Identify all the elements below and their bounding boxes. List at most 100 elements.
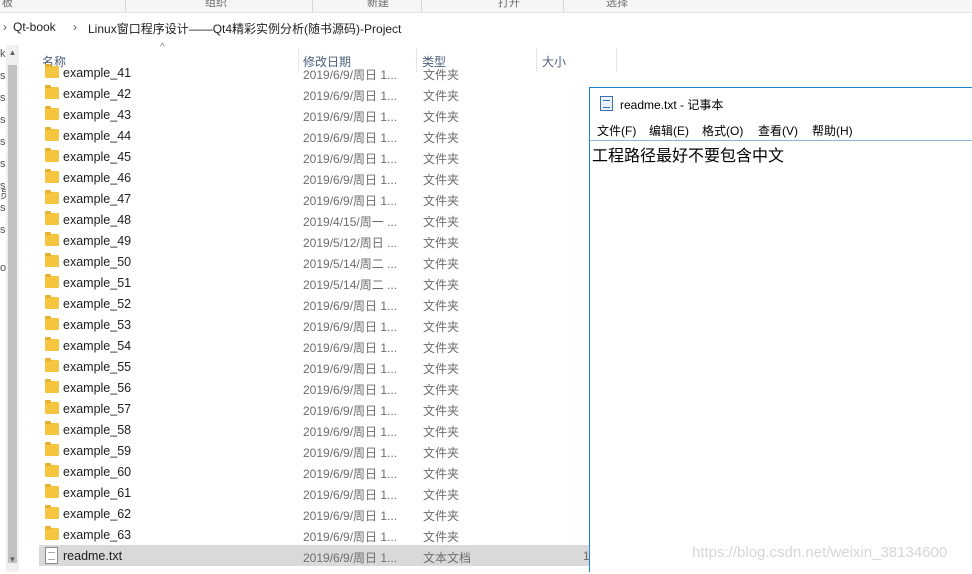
folder-row[interactable]: example_51 2019/5/14/周二 ... 文件夹 bbox=[39, 272, 599, 293]
chevron-right-icon[interactable]: › bbox=[73, 20, 77, 34]
modified-date: 2019/6/9/周日 1... bbox=[303, 425, 398, 439]
menu-format[interactable]: 格式(O) bbox=[702, 122, 743, 139]
folder-row[interactable]: example_52 2019/6/9/周日 1... 文件夹 bbox=[39, 293, 599, 314]
folder-icon bbox=[45, 106, 59, 120]
nav-item-fragment[interactable]: s bbox=[0, 224, 6, 236]
file-type: 文件夹 bbox=[423, 341, 460, 355]
folder-icon bbox=[45, 232, 59, 246]
breadcrumb-project[interactable]: Linux窗口程序设计——Qt4精彩实例分析(随书源码)-Project bbox=[88, 20, 401, 37]
folder-row[interactable]: example_55 2019/6/9/周日 1... 文件夹 bbox=[39, 356, 599, 377]
file-name: example_48 bbox=[63, 213, 132, 227]
folder-row[interactable]: example_48 2019/4/15/周一 ... 文件夹 bbox=[39, 209, 599, 230]
chevron-right-icon[interactable]: › bbox=[3, 20, 7, 34]
scroll-up-arrow-icon[interactable]: ▲ bbox=[7, 47, 18, 59]
file-name: example_41 bbox=[63, 66, 132, 80]
notepad-titlebar[interactable]: readme.txt - 记事本 bbox=[590, 88, 972, 118]
folder-row[interactable]: example_53 2019/6/9/周日 1... 文件夹 bbox=[39, 314, 599, 335]
nav-item-fragment[interactable]: s bbox=[0, 202, 6, 214]
nav-item-fragment[interactable]: k bbox=[0, 48, 6, 60]
folder-icon bbox=[45, 316, 59, 330]
file-type: 文件夹 bbox=[423, 215, 460, 229]
file-type: 文件夹 bbox=[423, 383, 460, 397]
file-name: example_42 bbox=[63, 87, 132, 101]
folder-icon bbox=[45, 274, 59, 288]
file-name: example_45 bbox=[63, 150, 132, 164]
menu-view[interactable]: 查看(V) bbox=[758, 122, 798, 139]
ribbon-separator bbox=[125, 0, 126, 12]
notepad-text-area[interactable]: 工程路径最好不要包含中文 bbox=[590, 140, 972, 574]
nav-item-fragment[interactable]: s bbox=[0, 136, 6, 148]
file-type: 文件夹 bbox=[423, 152, 460, 166]
modified-date: 2019/6/9/周日 1... bbox=[303, 551, 398, 565]
menu-help[interactable]: 帮助(H) bbox=[812, 122, 853, 139]
folder-row[interactable]: example_59 2019/6/9/周日 1... 文件夹 bbox=[39, 440, 599, 461]
menu-edit[interactable]: 编辑(E) bbox=[649, 122, 689, 139]
folder-row[interactable]: example_43 2019/6/9/周日 1... 文件夹 bbox=[39, 104, 599, 125]
file-name: example_44 bbox=[63, 129, 132, 143]
file-type: 文件夹 bbox=[423, 467, 460, 481]
folder-row[interactable]: example_46 2019/6/9/周日 1... 文件夹 bbox=[39, 167, 599, 188]
ribbon-group-label: 新建 bbox=[367, 0, 389, 9]
file-list-scrollbar[interactable]: ▲ ▼ bbox=[6, 45, 19, 572]
folder-icon bbox=[45, 421, 59, 435]
folder-row[interactable]: example_42 2019/6/9/周日 1... 文件夹 bbox=[39, 83, 599, 104]
folder-row[interactable]: example_58 2019/6/9/周日 1... 文件夹 bbox=[39, 419, 599, 440]
folder-row[interactable]: example_50 2019/5/14/周二 ... 文件夹 bbox=[39, 251, 599, 272]
folder-row[interactable]: example_57 2019/6/9/周日 1... 文件夹 bbox=[39, 398, 599, 419]
modified-date: 2019/5/14/周二 ... bbox=[303, 257, 398, 271]
file-name: example_63 bbox=[63, 528, 132, 542]
modified-date: 2019/6/9/周日 1... bbox=[303, 68, 398, 82]
file-name: example_57 bbox=[63, 402, 132, 416]
scroll-down-arrow-icon[interactable]: ▼ bbox=[7, 554, 18, 566]
folder-icon bbox=[45, 127, 59, 141]
file-type: 文件夹 bbox=[423, 173, 460, 187]
folder-row[interactable]: example_61 2019/6/9/周日 1... 文件夹 bbox=[39, 482, 599, 503]
ribbon-separator bbox=[563, 0, 564, 12]
file-name: example_46 bbox=[63, 171, 132, 185]
folder-row[interactable]: example_47 2019/6/9/周日 1... 文件夹 bbox=[39, 188, 599, 209]
folder-row[interactable]: example_62 2019/6/9/周日 1... 文件夹 bbox=[39, 503, 599, 524]
folder-row[interactable]: example_41 2019/6/9/周日 1... 文件夹 bbox=[39, 64, 599, 83]
folder-icon bbox=[45, 211, 59, 225]
address-bar[interactable]: › Qt-book › Linux窗口程序设计——Qt4精彩实例分析(随书源码)… bbox=[0, 16, 972, 40]
scrollbar-thumb[interactable] bbox=[8, 65, 17, 563]
folder-icon bbox=[45, 337, 59, 351]
ribbon-separator bbox=[312, 0, 313, 12]
breadcrumb-qt-book[interactable]: Qt-book bbox=[13, 20, 56, 34]
modified-date: 2019/6/9/周日 1... bbox=[303, 89, 398, 103]
modified-date: 2019/6/9/周日 1... bbox=[303, 530, 398, 544]
file-row[interactable]: readme.txt 2019/6/9/周日 1... 文本文档 1 bbox=[39, 545, 599, 566]
notepad-app-icon[interactable] bbox=[600, 96, 613, 111]
folder-icon bbox=[45, 442, 59, 456]
notepad-content[interactable]: 工程路径最好不要包含中文 bbox=[592, 142, 784, 166]
file-list[interactable]: example_41 2019/6/9/周日 1... 文件夹 example_42 2… bbox=[39, 64, 599, 572]
modified-date: 2019/6/9/周日 1... bbox=[303, 383, 398, 397]
nav-item-fragment[interactable]: s bbox=[0, 114, 6, 126]
menu-file[interactable]: 文件(F) bbox=[597, 122, 636, 139]
file-name: example_61 bbox=[63, 486, 132, 500]
folder-icon bbox=[45, 463, 59, 477]
ribbon-group-label: 选择 bbox=[606, 0, 628, 9]
folder-row[interactable]: example_56 2019/6/9/周日 1... 文件夹 bbox=[39, 377, 599, 398]
nav-item-fragment[interactable]: s bbox=[0, 70, 6, 82]
file-name: example_47 bbox=[63, 192, 132, 206]
nav-item-fragment[interactable]: s bbox=[0, 92, 6, 104]
notepad-menubar: 文件(F) 编辑(E) 格式(O) 查看(V) 帮助(H) bbox=[590, 119, 972, 139]
modified-date: 2019/4/15/周一 ... bbox=[303, 215, 398, 229]
file-name: example_49 bbox=[63, 234, 132, 248]
file-type: 文件夹 bbox=[423, 257, 460, 271]
modified-date: 2019/6/9/周日 1... bbox=[303, 362, 398, 376]
modified-date: 2019/6/9/周日 1... bbox=[303, 110, 398, 124]
file-name: example_60 bbox=[63, 465, 132, 479]
file-type: 文件夹 bbox=[423, 362, 460, 376]
file-type: 文件夹 bbox=[423, 194, 460, 208]
folder-row[interactable]: example_63 2019/6/9/周日 1... 文件夹 bbox=[39, 524, 599, 545]
folder-row[interactable]: example_60 2019/6/9/周日 1... 文件夹 bbox=[39, 461, 599, 482]
folder-row[interactable]: example_49 2019/5/12/周日 ... 文件夹 bbox=[39, 230, 599, 251]
folder-row[interactable]: example_54 2019/6/9/周日 1... 文件夹 bbox=[39, 335, 599, 356]
nav-item-fragment[interactable]: s bbox=[0, 158, 6, 170]
notepad-window[interactable]: readme.txt - 记事本 文件(F) 编辑(E) 格式(O) 查看(V)… bbox=[589, 87, 972, 572]
folder-row[interactable]: example_45 2019/6/9/周日 1... 文件夹 bbox=[39, 146, 599, 167]
folder-row[interactable]: example_44 2019/6/9/周日 1... 文件夹 bbox=[39, 125, 599, 146]
column-divider[interactable] bbox=[616, 48, 617, 72]
